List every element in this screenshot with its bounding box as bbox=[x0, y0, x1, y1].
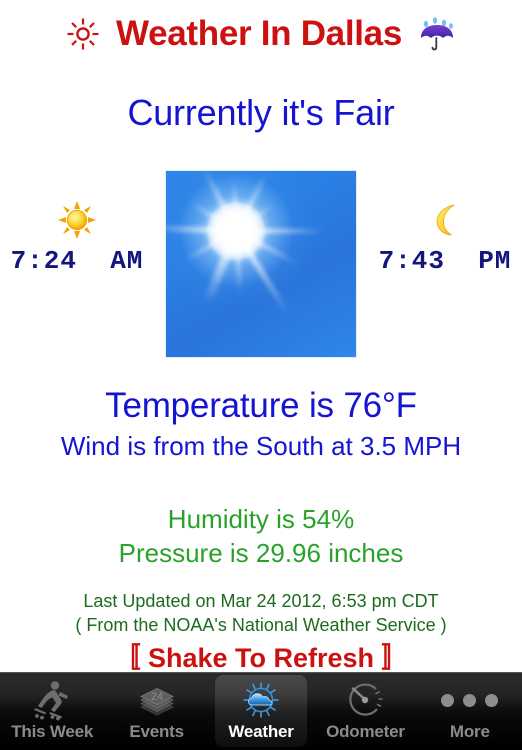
sun-cloud-icon bbox=[238, 679, 284, 721]
sunrise-block: 7:24 AM bbox=[2, 198, 152, 276]
sun-times: 7:24 AM 7:43 PM bbox=[0, 198, 522, 288]
skater-icon bbox=[29, 679, 75, 721]
gauge-icon bbox=[342, 679, 388, 721]
temperature-reading: Temperature is 76°F bbox=[105, 386, 417, 425]
sunrise-time: 7:24 AM bbox=[10, 246, 144, 276]
pressure-reading: Pressure is 29.96 inches bbox=[118, 538, 404, 568]
ellipsis-dot bbox=[463, 693, 477, 707]
page-title: Weather In Dallas bbox=[115, 14, 403, 53]
tab-odometer-label: Odometer bbox=[326, 722, 405, 741]
tab-weather-label: Weather bbox=[228, 722, 294, 741]
sun-icon bbox=[66, 17, 100, 51]
ellipsis-dot bbox=[441, 693, 455, 707]
ellipsis-dot bbox=[485, 693, 499, 707]
svg-text:24: 24 bbox=[150, 691, 162, 703]
shake-to-refresh-button[interactable]: 〚 Shake To Refresh 〛 bbox=[0, 636, 522, 675]
tab-events-label: Events bbox=[129, 722, 184, 741]
ellipsis-icon bbox=[441, 679, 499, 721]
umbrella-rain-icon bbox=[418, 14, 456, 54]
tab-bar: This Week 24 Events Weather Odometer Mor… bbox=[0, 672, 522, 750]
last-updated-text: Last Updated on Mar 24 2012, 6:53 pm CDT bbox=[83, 591, 439, 611]
tab-this-week-label: This Week bbox=[11, 722, 94, 741]
current-condition: Currently it's Fair bbox=[127, 92, 395, 133]
page-header: Weather In Dallas bbox=[0, 8, 522, 60]
tab-more-label: More bbox=[449, 722, 490, 741]
tab-this-week[interactable]: This Week bbox=[0, 673, 104, 750]
tab-weather[interactable]: Weather bbox=[209, 673, 313, 750]
sunset-block: 7:43 PM bbox=[370, 198, 520, 276]
wind-reading: Wind is from the South at 3.5 MPH bbox=[60, 431, 462, 461]
tab-more[interactable]: More bbox=[418, 673, 522, 750]
tab-odometer[interactable]: Odometer bbox=[313, 673, 417, 750]
crescent-moon-icon bbox=[370, 198, 520, 240]
tab-events[interactable]: 24 Events bbox=[104, 673, 208, 750]
humidity-reading: Humidity is 54% bbox=[167, 504, 355, 534]
data-source-text: ( From the NOAA's National Weather Servi… bbox=[75, 615, 447, 635]
calendar-stack-icon: 24 bbox=[134, 679, 180, 721]
sun-emoji-icon bbox=[2, 198, 152, 240]
sunset-time: 7:43 PM bbox=[378, 246, 512, 276]
